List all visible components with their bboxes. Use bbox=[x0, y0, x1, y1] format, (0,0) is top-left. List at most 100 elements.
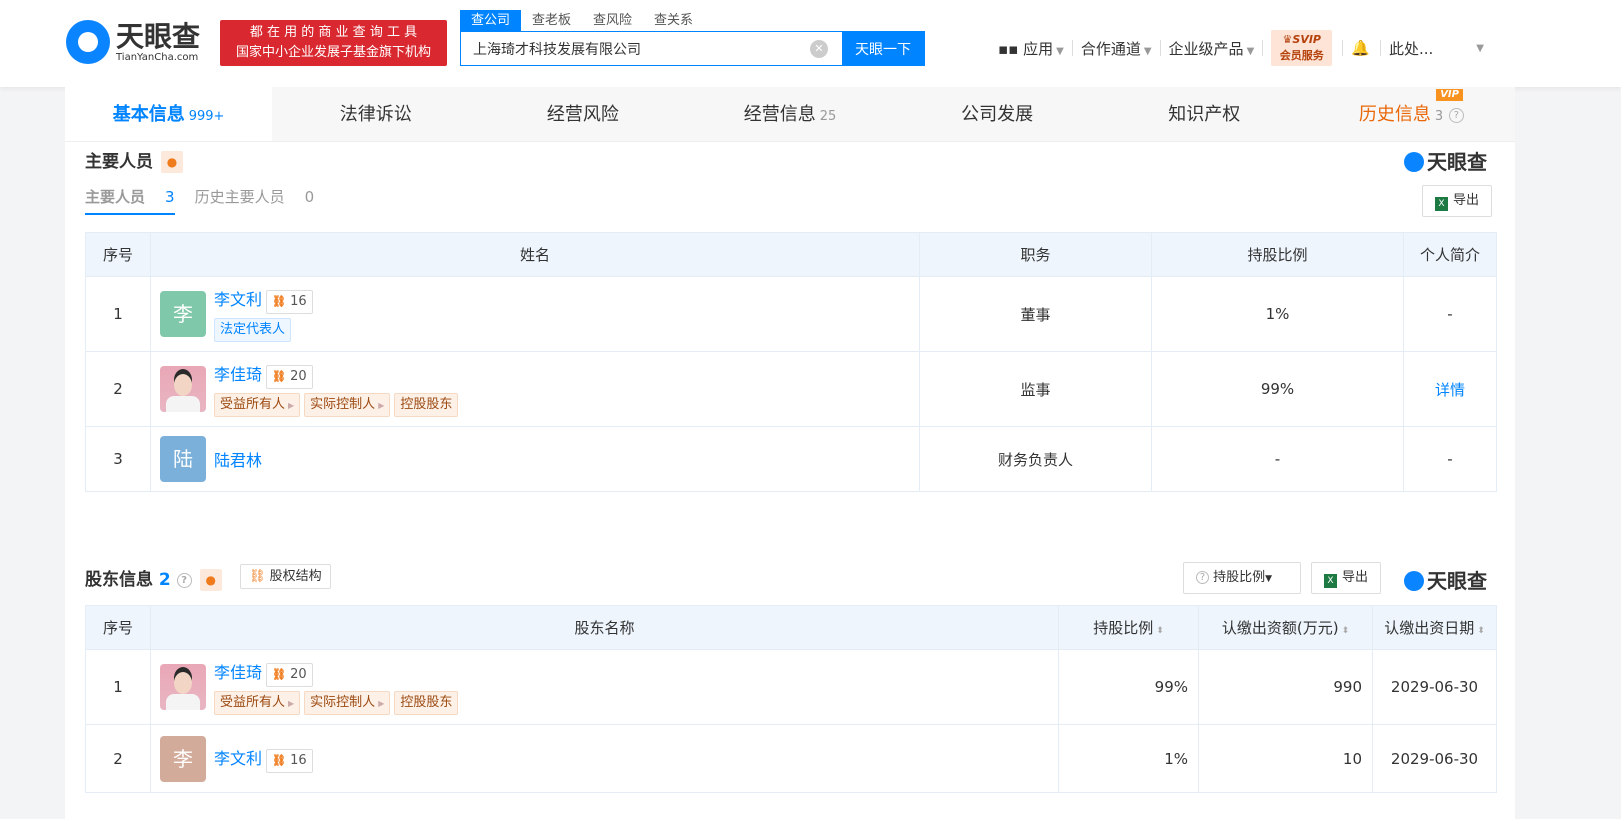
brand-text: 天眼查 bbox=[1427, 569, 1487, 593]
subscribed-date: 2029-06-30 bbox=[1372, 649, 1497, 725]
row-number: 1 bbox=[85, 649, 151, 725]
bio: - bbox=[1403, 426, 1497, 492]
relation-count-button[interactable]: ⛓ 20 bbox=[266, 365, 313, 389]
tab-development[interactable]: 公司发展 bbox=[894, 87, 1101, 141]
relation-graph-icon: ⛓ bbox=[272, 370, 286, 383]
bell-icon[interactable]: ● bbox=[161, 151, 183, 173]
tab-basic-info[interactable]: 基本信息 999+ bbox=[65, 87, 273, 141]
bell-icon[interactable]: ● bbox=[199, 569, 222, 591]
avatar[interactable]: 陆 bbox=[160, 436, 206, 482]
relation-graph-icon: ⛓ bbox=[272, 295, 286, 308]
help-icon[interactable]: ? bbox=[176, 572, 192, 588]
tab-label: 公司发展 bbox=[961, 104, 1034, 125]
nav-enterprise[interactable]: 企业级产品 ▼ bbox=[1169, 38, 1255, 59]
col-header: 个人简介 bbox=[1403, 232, 1497, 277]
shareholders-title-text: 股东信息 bbox=[85, 570, 153, 590]
excel-icon: X bbox=[1435, 197, 1448, 211]
avatar-photo[interactable] bbox=[160, 664, 206, 710]
shareholder-name-link[interactable]: 李文利 bbox=[214, 749, 262, 768]
avatar[interactable]: 李 bbox=[160, 291, 206, 337]
tab-risk[interactable]: 经营风险 bbox=[479, 87, 686, 141]
subtab-history-personnel[interactable]: 历史主要人员 0 bbox=[195, 186, 335, 215]
share-ratio: - bbox=[1151, 426, 1404, 492]
logo-url: TianYanCha.com bbox=[116, 51, 199, 63]
subtab-current-personnel[interactable]: 主要人员 3 bbox=[85, 186, 175, 215]
caret-down-icon: ▼ bbox=[1143, 45, 1152, 57]
person-name-link[interactable]: 李佳琦 bbox=[214, 365, 262, 384]
tab-label: 知识产权 bbox=[1168, 104, 1241, 125]
search-tab-company[interactable]: 查公司 bbox=[460, 10, 522, 32]
nav-cooperation[interactable]: 合作通道 ▼ bbox=[1081, 38, 1152, 59]
table-row: 1 李佳琦 ⛓ 20 受益所有人 ▶ 实际控制人 ▶ 控股股东 99% 990 2029-0… bbox=[85, 649, 1497, 725]
slogan-line1: 都 在 用 的 商 业 查 询 工 具 bbox=[249, 25, 418, 40]
tab-operation[interactable]: 经营信息 25 bbox=[686, 87, 893, 141]
role: 董事 bbox=[919, 276, 1152, 352]
col-label: 认缴出资日期 bbox=[1384, 619, 1475, 637]
shareholder-name-link[interactable]: 李佳琦 bbox=[214, 663, 262, 682]
col-header-sortable[interactable]: 持股比例 ⬍ bbox=[1058, 605, 1199, 650]
tab-litigation[interactable]: 法律诉讼 bbox=[272, 87, 479, 141]
col-header: 姓名 bbox=[150, 232, 920, 277]
search-tab-relation[interactable]: 查关系 bbox=[643, 10, 704, 32]
tab-count: 3 bbox=[1434, 109, 1444, 124]
person-name-link[interactable]: 陆君林 bbox=[214, 451, 262, 470]
row-number: 1 bbox=[85, 276, 151, 352]
tab-count: 25 bbox=[819, 109, 837, 124]
logo-text: 天眼查 bbox=[116, 19, 201, 53]
share-ratio: 99% bbox=[1151, 351, 1404, 427]
relation-graph-icon: ⛓ bbox=[272, 668, 286, 681]
subscribed-amount: 990 bbox=[1198, 649, 1373, 725]
col-header-sortable[interactable]: 认缴出资额(万元) ⬍ bbox=[1198, 605, 1373, 650]
equity-structure-button[interactable]: ⛓ 股权结构 bbox=[240, 564, 331, 589]
tab-label: 经营信息 bbox=[743, 104, 816, 125]
share-ratio-filter[interactable]: ? 持股比例▼ bbox=[1183, 562, 1301, 594]
tag-controlling-shareholder: 控股股东 bbox=[394, 393, 459, 417]
tab-ip[interactable]: 知识产权 bbox=[1101, 87, 1308, 141]
relation-graph-icon: ⛓ bbox=[272, 753, 286, 767]
person-name-link[interactable]: 李文利 bbox=[214, 290, 262, 309]
search-input[interactable] bbox=[461, 32, 810, 65]
bell-icon[interactable]: 🔔 bbox=[1351, 39, 1370, 57]
nav-apps[interactable]: ▪▪ 应用 ▼ bbox=[998, 38, 1064, 59]
search-tab-risk[interactable]: 查风险 bbox=[582, 10, 643, 32]
clear-icon[interactable]: ✕ bbox=[810, 40, 828, 58]
nav-apps-label: 应用 bbox=[1023, 39, 1054, 58]
search-button[interactable]: 天眼一下 bbox=[842, 32, 924, 65]
help-icon: ? bbox=[1196, 571, 1209, 584]
caret-down-icon[interactable]: ▼ bbox=[1476, 43, 1484, 54]
relation-count: 20 bbox=[290, 667, 307, 682]
search-tab-boss[interactable]: 查老板 bbox=[521, 10, 582, 32]
avatar-photo[interactable] bbox=[160, 366, 206, 412]
col-header: 序号 bbox=[85, 232, 151, 277]
help-icon[interactable]: ? bbox=[1448, 107, 1464, 123]
sort-icon: ⬍ bbox=[1341, 626, 1350, 636]
bio-details-link[interactable]: 详情 bbox=[1403, 351, 1497, 427]
table-row: 2 李李文利 ⛓ 16 1% 10 2029-06-30 bbox=[85, 724, 1497, 793]
relation-count-button[interactable]: ⛓ 20 bbox=[266, 663, 313, 687]
logo-eye-icon bbox=[66, 20, 110, 64]
filter-label: 持股比例 bbox=[1213, 570, 1266, 585]
table-row: 3 陆陆君林 财务负责人 - - bbox=[85, 426, 1497, 492]
excel-icon: X bbox=[1324, 574, 1337, 588]
tab-label: 基本信息 bbox=[112, 104, 185, 125]
tab-history[interactable]: VIP 历史信息 3 ? bbox=[1308, 87, 1515, 141]
tag-beneficial-owner[interactable]: 受益所有人 ▶ bbox=[214, 393, 301, 417]
tianyancha-logo[interactable]: 天眼查 TianYanCha.com bbox=[66, 20, 200, 64]
tag-beneficial-owner[interactable]: 受益所有人 ▶ bbox=[214, 691, 301, 715]
share-ratio: 1% bbox=[1058, 724, 1199, 793]
logo-eye-icon bbox=[1404, 152, 1424, 172]
relation-count: 16 bbox=[290, 294, 307, 309]
relation-count-button[interactable]: ⛓ 16 bbox=[266, 748, 313, 773]
tag-actual-controller[interactable]: 实际控制人 ▶ bbox=[304, 393, 391, 417]
svip-button[interactable]: ♛SVIP 会员服务 bbox=[1271, 30, 1333, 66]
svip-label: SVIP bbox=[1292, 33, 1321, 46]
slogan-banner[interactable]: 都 在 用 的 商 业 查 询 工 具国家中小企业发展子基金旗下机构 bbox=[220, 20, 447, 66]
export-button[interactable]: X 导出 bbox=[1311, 562, 1382, 594]
user-menu[interactable]: 此处... bbox=[1389, 38, 1433, 59]
col-header-sortable[interactable]: 认缴出资日期 ⬍ bbox=[1372, 605, 1497, 650]
logo-eye-icon bbox=[1404, 571, 1424, 591]
avatar[interactable]: 李 bbox=[160, 735, 206, 782]
export-button[interactable]: X 导出 bbox=[1422, 185, 1493, 217]
tag-actual-controller[interactable]: 实际控制人 ▶ bbox=[304, 691, 391, 715]
relation-count-button[interactable]: ⛓ 16 bbox=[266, 290, 313, 314]
